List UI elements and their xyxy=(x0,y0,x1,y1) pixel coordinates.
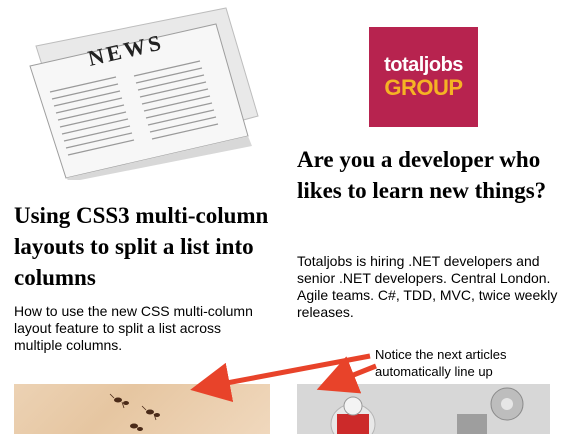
next-article-thumbnail-left[interactable] xyxy=(14,384,270,434)
totaljobs-group-logo[interactable]: totaljobs GROUP xyxy=(369,27,478,127)
lego-figure-photo-icon xyxy=(297,384,550,434)
logo-text-totaljobs: totaljobs xyxy=(384,54,463,76)
article-title-developer-jobs[interactable]: Are you a developer who likes to learn n… xyxy=(297,144,559,206)
newspaper-icon: NEWS xyxy=(29,7,259,182)
annotation-note: Notice the next articles automatically l… xyxy=(375,347,507,379)
ants-photo-icon xyxy=(109,393,160,431)
arrow-to-right-thumbnail xyxy=(316,356,377,394)
logo-text-group: GROUP xyxy=(384,75,463,100)
article-title-css3-columns[interactable]: Using CSS3 multi-column layouts to split… xyxy=(14,200,276,293)
article-summary-developer-jobs: Totaljobs is hiring .NET developers and … xyxy=(297,253,558,320)
article-summary-css3-columns: How to use the new CSS multi-column layo… xyxy=(14,303,253,353)
next-article-thumbnail-right[interactable] xyxy=(297,384,550,434)
newspaper-image[interactable]: NEWS xyxy=(26,6,262,182)
